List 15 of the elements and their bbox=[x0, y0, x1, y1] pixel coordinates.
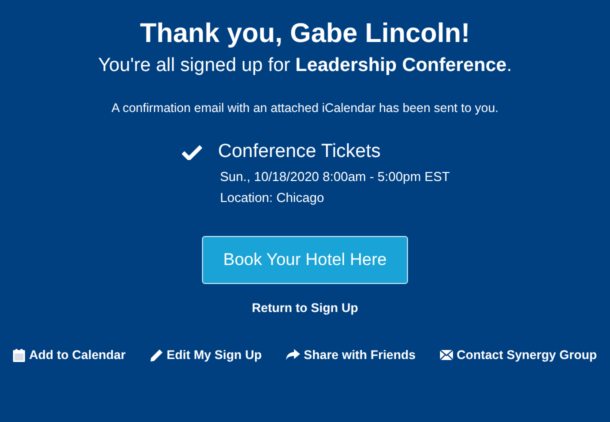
return-link[interactable]: Return to Sign Up bbox=[252, 301, 358, 315]
envelope-icon bbox=[440, 350, 453, 360]
confirmation-message: You're all signed up for Leadership Conference. bbox=[98, 55, 512, 77]
calendar-icon bbox=[13, 348, 26, 362]
pencil-icon bbox=[150, 348, 163, 362]
signup-date: Sun., 10/18/2020 8:00am - 5:00pm EST bbox=[220, 169, 450, 184]
signup-location: Location: Chicago bbox=[220, 190, 326, 205]
email-note: A confirmation email with an attached iCalendar has been sent to you. bbox=[111, 101, 499, 115]
action-link[interactable]: Share with Friends bbox=[286, 348, 416, 362]
action-link[interactable]: Add to Calendar bbox=[13, 348, 126, 362]
action-link[interactable]: Contact Synergy Group bbox=[440, 348, 597, 362]
page-heading: Thank you, Gabe Lincoln! bbox=[140, 17, 470, 49]
signup-title: Conference Tickets bbox=[218, 141, 381, 163]
share-icon bbox=[286, 349, 300, 361]
action-link[interactable]: Edit My Sign Up bbox=[150, 348, 262, 362]
